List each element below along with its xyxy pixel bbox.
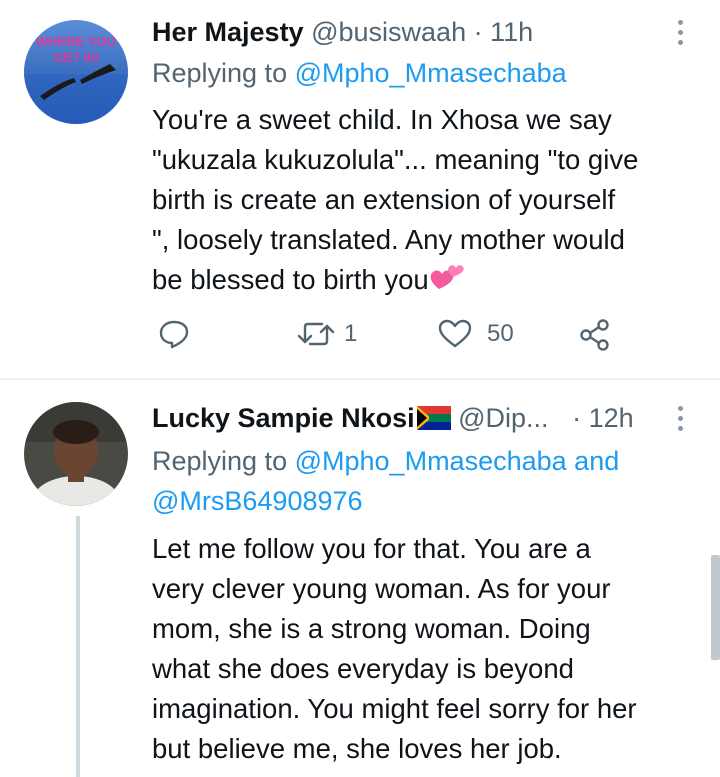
timestamp[interactable]: 12h (589, 403, 634, 433)
tweet-header: Her Majesty @busiswaah · 11h (152, 14, 533, 50)
tweet-text-line: Let me follow you for that. You are a (152, 533, 591, 564)
tweet-header: Lucky Sampie Nkosi @Dip... · 12h (152, 400, 634, 436)
thread-connector (76, 516, 80, 777)
reply-button[interactable] (158, 318, 190, 350)
tweet-text-line: birth is create an extension of yourself (152, 184, 616, 215)
scrollbar-thumb[interactable] (711, 555, 720, 660)
like-count: 50 (487, 320, 514, 347)
mention-link-2[interactable]: @MrsB64908976 (152, 486, 363, 516)
tweet-text-line: ", loosely translated. Any mother would (152, 224, 625, 255)
replying-to: Replying to @Mpho_Mmasechaba and @MrsB64… (152, 441, 619, 521)
tweet-text-line: very clever young woman. As for your (152, 573, 611, 604)
display-name[interactable]: Lucky Sampie Nkosi (152, 403, 415, 433)
south-africa-flag-icon (416, 406, 451, 430)
share-icon (580, 319, 609, 351)
user-handle[interactable]: @Dip... (458, 403, 548, 433)
user-handle[interactable]: @busiswaah (311, 17, 466, 47)
tweet-text-line: "ukuzala kukuzolula"... meaning "to give (152, 144, 639, 175)
replying-and: and (574, 446, 620, 476)
retweet-icon (297, 322, 335, 346)
heart-icon (438, 319, 472, 348)
tweet-text-line: what she does everyday is beyond (152, 653, 574, 684)
replying-to-label: Replying to (152, 446, 288, 476)
share-button[interactable] (578, 318, 612, 352)
like-button[interactable]: 50 (438, 318, 514, 350)
retweet-button[interactable]: 1 (296, 318, 357, 350)
mention-link[interactable]: @Mpho_Mmasechaba (295, 58, 567, 88)
mention-link[interactable]: @Mpho_Mmasechaba (295, 446, 567, 476)
avatar-image (24, 402, 128, 506)
tweet-text-line: imagination. You might feel sorry for he… (152, 693, 637, 724)
comment-icon (159, 320, 189, 349)
timestamp[interactable]: 11h (490, 17, 533, 47)
more-options-icon[interactable] (676, 406, 684, 431)
tweet-text-line: You're a sweet child. In Xhosa we say (152, 104, 612, 135)
two-hearts-emoji-icon (430, 265, 464, 289)
retweet-count: 1 (344, 320, 358, 347)
separator-dot: · (473, 17, 483, 47)
tweet-text-line: but believe me, she loves her job. (152, 733, 562, 764)
replying-to: Replying to @Mpho_Mmasechaba (152, 53, 567, 93)
tweet-text: You're a sweet child. In Xhosa we say "u… (152, 100, 702, 300)
avatar[interactable]: WHERE YOU GET 60 (24, 20, 128, 124)
svg-text:GET 60: GET 60 (54, 50, 99, 65)
tweet-2[interactable]: Lucky Sampie Nkosi @Dip... · 12h Replyin… (0, 380, 720, 777)
avatar[interactable] (24, 402, 128, 506)
more-options-icon[interactable] (676, 20, 684, 45)
tweet-text: Let me follow you for that. You are a ve… (152, 529, 702, 769)
avatar-image: WHERE YOU GET 60 (24, 20, 128, 124)
separator-dot: · (572, 403, 582, 433)
tweet-1[interactable]: WHERE YOU GET 60 Her Majesty @busiswaah … (0, 0, 720, 378)
svg-text:WHERE YOU: WHERE YOU (36, 34, 116, 49)
tweet-text-line-last: be blessed to birth you (152, 260, 702, 300)
replying-to-label: Replying to (152, 58, 288, 88)
tweet-text-line: be blessed to birth you (152, 264, 429, 295)
tweet-text-line: mom, she is a strong woman. Doing (152, 613, 591, 644)
display-name[interactable]: Her Majesty (152, 17, 304, 47)
